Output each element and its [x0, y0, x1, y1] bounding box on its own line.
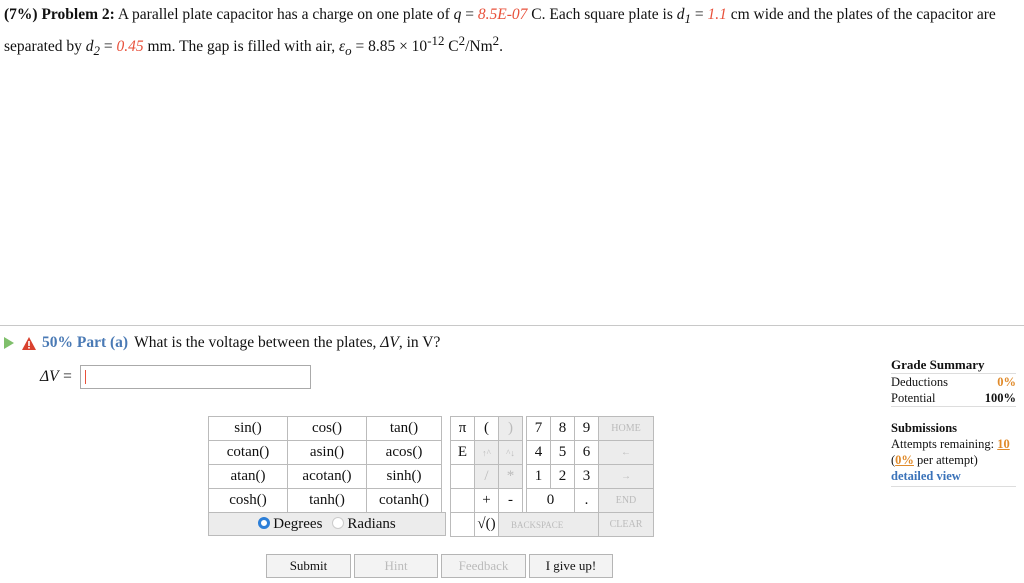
blank-key-2 [450, 488, 475, 513]
digit-1-key[interactable]: 1 [526, 464, 551, 489]
right-arrow-key[interactable]: → [598, 464, 654, 489]
problem-text-2: C. Each square plate is [531, 6, 673, 23]
digit-3-key[interactable]: 3 [574, 464, 599, 489]
function-keys: sin() cos() tan() cotan() asin() acos() … [208, 416, 442, 513]
digit-6-key[interactable]: 6 [574, 440, 599, 465]
equals: = [465, 6, 475, 23]
asin-key[interactable]: asin() [287, 440, 367, 465]
part-percent-label: 50% Part (a) [42, 334, 129, 351]
sin-key[interactable]: sin() [208, 416, 288, 441]
caret-down-key[interactable]: ^↓ [498, 440, 523, 465]
attempts-value: 10 [997, 437, 1010, 451]
problem-text-6: C [448, 38, 459, 56]
tan-key[interactable]: tan() [366, 416, 442, 441]
q-value: 8.5E-07 [477, 6, 528, 23]
cotanh-key[interactable]: cotanh() [366, 488, 442, 513]
cos-key[interactable]: cos() [287, 416, 367, 441]
radio-unselected-icon[interactable] [332, 516, 345, 529]
end-key[interactable]: END [598, 488, 654, 513]
digit-9-key[interactable]: 9 [574, 416, 599, 441]
tanh-key[interactable]: tanh() [287, 488, 367, 513]
left-arrow-key[interactable]: ← [598, 440, 654, 465]
pi-key[interactable]: π [450, 416, 475, 441]
text-caret [85, 370, 86, 384]
submissions-section: Submissions Attempts remaining: 10 (0% p… [891, 420, 1016, 487]
divide-key[interactable]: / [474, 464, 499, 489]
potential-label: Potential [891, 391, 936, 405]
submit-button[interactable]: Submit [266, 554, 351, 578]
feedback-button[interactable]: Feedback [441, 554, 526, 578]
problem-title: Problem 2: [41, 6, 115, 23]
problem-text-4: mm. The gap is filled with air, [147, 38, 336, 56]
plus-key[interactable]: + [474, 488, 499, 513]
cosh-key[interactable]: cosh() [208, 488, 288, 513]
digit-4-key[interactable]: 4 [526, 440, 551, 465]
part-header: 50% Part (a) What is the voltage between… [4, 334, 440, 352]
sqrt-key[interactable]: √() [474, 512, 499, 537]
submissions-title: Submissions [891, 421, 958, 435]
hint-button[interactable]: Hint [354, 554, 438, 578]
detailed-view-link[interactable]: detailed view [891, 469, 961, 483]
warning-icon [22, 336, 36, 350]
q-variable: q [453, 6, 462, 23]
divider [0, 325, 1024, 326]
problem-text-5: = 8.85 × 10 [355, 38, 428, 56]
home-key[interactable]: HOME [598, 416, 654, 441]
atan-key[interactable]: atan() [208, 464, 288, 489]
attempts-label: Attempts remaining: [891, 437, 995, 451]
acos-key[interactable]: acos() [366, 440, 442, 465]
digit-5-key[interactable]: 5 [550, 440, 575, 465]
problem-weight: (7%) [4, 6, 38, 23]
epsilon-exponent: -12 [427, 33, 445, 49]
answer-label: ΔV = [40, 368, 73, 385]
epsilon-variable: εo [339, 38, 352, 59]
per-attempt-percent: 0% [895, 453, 914, 467]
digit-0-key[interactable]: 0 [526, 488, 575, 513]
digit-8-key[interactable]: 8 [550, 416, 575, 441]
multiply-key[interactable]: * [498, 464, 523, 489]
d2-value: 0.45 [116, 38, 144, 56]
problem-statement: (7%) Problem 2: A parallel plate capacit… [4, 6, 996, 59]
digit-2-key[interactable]: 2 [550, 464, 575, 489]
angle-mode-toggle: Degrees Radians [208, 512, 446, 536]
up-key[interactable]: ↑^ [474, 440, 499, 465]
per-attempt-label: per attempt) [917, 453, 978, 467]
part-question: What is the voltage between the plates, … [134, 334, 441, 351]
digit-7-key[interactable]: 7 [526, 416, 551, 441]
sinh-key[interactable]: sinh() [366, 464, 442, 489]
radio-selected-icon[interactable] [258, 516, 271, 529]
backspace-key[interactable]: BACKSPACE [498, 512, 599, 537]
blank-key [450, 464, 475, 489]
d1-value: 1.1 [707, 6, 727, 23]
deductions-value: 0% [997, 375, 1016, 389]
e-key[interactable]: E [450, 440, 475, 465]
grade-summary: Grade Summary Deductions 0% Potential 100%… [891, 357, 1016, 487]
radians-option[interactable]: Radians [332, 516, 396, 533]
give-up-button[interactable]: I give up! [529, 554, 613, 578]
acotan-key[interactable]: acotan() [287, 464, 367, 489]
minus-key[interactable]: - [498, 488, 523, 513]
problem-text-1: A parallel plate capacitor has a charge … [117, 6, 450, 23]
right-paren-key[interactable]: ) [498, 416, 523, 441]
keypad: π ( ) 7 8 9 HOME E ↑^ ^↓ 4 5 6 ← / * 1 2… [450, 416, 654, 537]
potential-value: 100% [984, 391, 1016, 405]
deductions-label: Deductions [891, 375, 948, 389]
answer-input[interactable] [80, 365, 311, 389]
clear-key[interactable]: CLEAR [598, 512, 654, 537]
expand-arrow-icon[interactable] [4, 337, 14, 349]
grade-summary-title: Grade Summary [891, 357, 1016, 374]
degrees-option[interactable]: Degrees [258, 516, 322, 533]
d1-variable: d1 [676, 6, 691, 27]
blank-key-3 [450, 512, 475, 537]
d2-variable: d2 [85, 38, 100, 59]
left-paren-key[interactable]: ( [474, 416, 499, 441]
decimal-key[interactable]: . [574, 488, 599, 513]
cotan-key[interactable]: cotan() [208, 440, 288, 465]
